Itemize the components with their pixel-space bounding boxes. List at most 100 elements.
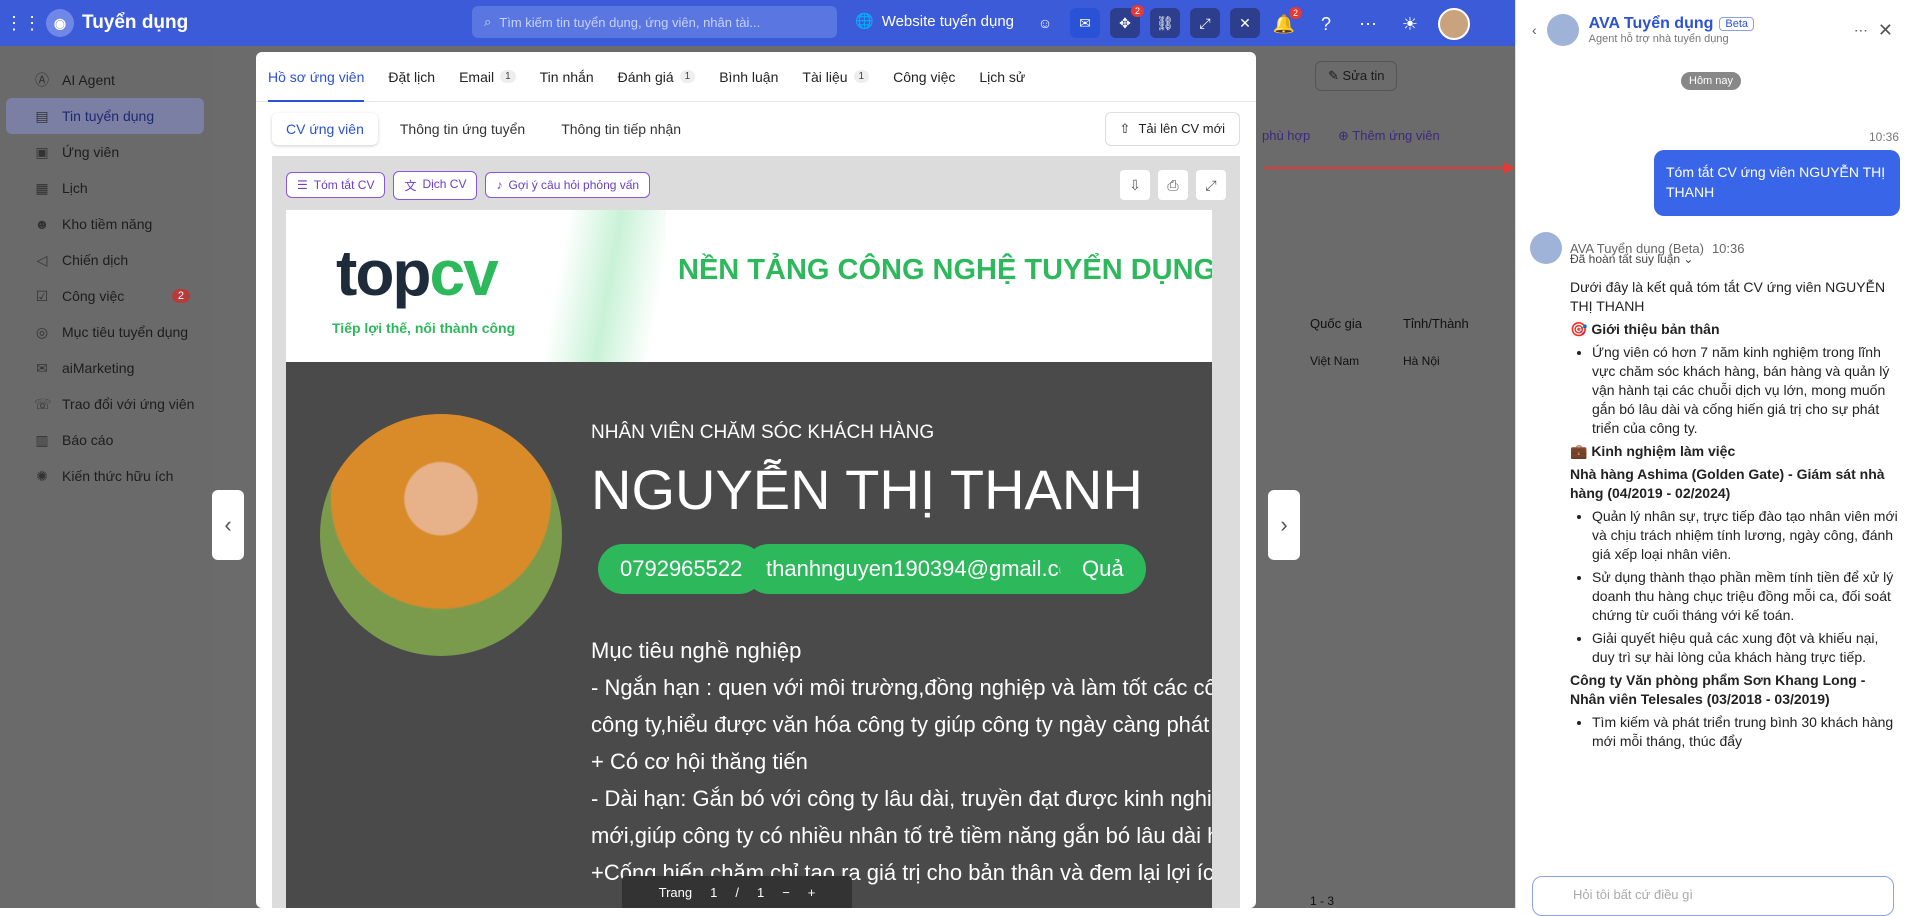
profile-tabs: Hồ sơ ứng viên Đặt lịch Email 1 Tin nhắn … [256, 52, 1256, 102]
cv-line: Mục tiêu nghề nghiệp [591, 638, 802, 663]
tab-label: Tài liệu [802, 68, 848, 85]
calendar-icon: ▦ [35, 179, 49, 196]
expand-icon[interactable]: ⤢ [1190, 8, 1220, 38]
messenger-icon[interactable]: ✉ [1070, 8, 1100, 38]
translate-cv-button[interactable]: 文 Dịch CV [393, 170, 478, 200]
sidebar-item-label: Chiến dịch [62, 252, 129, 268]
next-candidate-button[interactable]: › [1268, 490, 1300, 560]
zoom-out-icon[interactable]: − [782, 885, 790, 900]
list-item: Ứng viên có hơn 7 năm kinh nghiệm trong … [1592, 343, 1902, 438]
document-icon: ▤ [35, 107, 49, 124]
date-divider: Hôm nay [1681, 72, 1742, 90]
job-heading: Nhà hàng Ashima (Golden Gate) - Giám sát… [1570, 466, 1885, 501]
website-link[interactable]: 🌐 Website tuyển dụng [855, 12, 1014, 31]
edit-job-label: Sửa tin [1342, 68, 1385, 83]
sidebar-item-tasks[interactable]: ☑ Công việc 2 [6, 278, 204, 314]
sidebar-item-aimarketing[interactable]: ✉ aiMarketing [6, 350, 204, 386]
sidebar-item-jobs[interactable]: ▤ Tin tuyển dụng [6, 98, 204, 134]
upload-cv-button[interactable]: ⇧ Tải lên CV mới [1104, 112, 1240, 146]
sidebar-item-reports[interactable]: ▥ Báo cáo [6, 422, 204, 458]
sidebar-item-knowledge[interactable]: ✺ Kiến thức hữu ích [6, 458, 204, 494]
close-icon[interactable]: ✕ [1230, 8, 1260, 38]
sidebar-item-chat[interactable]: ☏ Trao đổi với ứng viên [6, 386, 204, 422]
prev-candidate-button[interactable]: ‹ [212, 490, 244, 560]
report-icon: ▥ [35, 431, 49, 448]
sidebar-item-ai-agent[interactable]: Ⓐ AI Agent [6, 62, 204, 98]
suggest-questions-button[interactable]: ♪ Gợi ý câu hỏi phỏng vấn [485, 172, 651, 198]
move-icon[interactable]: ✥ 2 [1110, 5, 1144, 38]
upload-cv-label: Tải lên CV mới [1138, 121, 1225, 136]
tab-count: 1 [500, 70, 516, 83]
cv-line: - Ngắn hạn : quen với môi trường,đồng ng… [591, 675, 1212, 700]
search-placeholder: Tìm kiếm tin tuyển dụng, ứng viên, nhân … [499, 14, 761, 30]
pager-current[interactable]: 1 [710, 885, 717, 900]
sidebar-item-candidates[interactable]: ▣ Ứng viên [6, 134, 204, 170]
candidate-modal: Hồ sơ ứng viên Đặt lịch Email 1 Tin nhắn … [256, 52, 1256, 908]
section-experience-heading: 💼 Kinh nghiệm làm việc [1570, 443, 1736, 459]
summarize-cv-button[interactable]: ☰ Tóm tắt CV [286, 172, 386, 198]
cv-line: - Dài hạn: Gắn bó với công ty lâu dài, t… [591, 786, 1212, 811]
tool-label: Dịch CV [422, 176, 467, 191]
ava-avatar [1546, 14, 1579, 46]
cv-pager: Trang 1 / 1 − + [622, 876, 852, 908]
summary-intro: Dưới đây là kết quả tóm tắt CV ứng viên … [1570, 279, 1886, 314]
header-right-icons: 🔔 2 ? ⋯ ☀ [1270, 7, 1470, 40]
download-icon[interactable]: ⇩ [1120, 170, 1150, 200]
apps-grid-icon[interactable]: ⋮⋮ [0, 13, 46, 34]
chat-input[interactable]: Hỏi tôi bất cứ điều gì [1532, 876, 1894, 916]
subtab-application-info[interactable]: Thông tin ứng tuyển [386, 113, 539, 145]
tab-history[interactable]: Lịch sử [979, 52, 1025, 102]
edit-job-button[interactable]: ✎ Sửa tin [1315, 61, 1398, 91]
tab-schedule[interactable]: Đặt lịch [388, 52, 435, 102]
tab-email[interactable]: Email 1 [459, 52, 516, 102]
sidebar-item-label: aiMarketing [62, 360, 135, 376]
gift-icon[interactable]: ☀ [1396, 10, 1424, 38]
cv-header-decoration [516, 210, 666, 362]
add-candidate-button[interactable]: ⊕ Thêm ứng viên [1338, 128, 1440, 144]
pagination-range: 1 - 3 [1310, 894, 1335, 908]
tab-comments[interactable]: Bình luận [719, 52, 778, 102]
more-apps-icon[interactable]: ⋯ [1354, 10, 1382, 38]
chat-header: ‹ AVA Tuyển dụng Beta Agent hỗ trợ nhà tu… [1516, 0, 1909, 60]
print-icon[interactable]: ⎙ [1158, 170, 1188, 200]
microphone-icon: ♪ [496, 178, 503, 192]
sidebar-item-label: Trao đổi với ứng viên [62, 396, 195, 412]
close-panel-icon[interactable]: ✕ [1878, 20, 1893, 41]
tab-documents[interactable]: Tài liệu 1 [802, 52, 870, 102]
sidebar-item-talent-pool[interactable]: ☻ Kho tiềm năng [6, 206, 204, 242]
pager-separator: / [735, 884, 739, 900]
user-avatar[interactable] [1438, 8, 1470, 40]
cv-subtabs: CV ứng viên Thông tin ứng tuyển Thông ti… [256, 102, 1256, 156]
global-search-input[interactable]: ⌕ Tìm kiếm tin tuyển dụng, ứng viên, nhân… [472, 6, 837, 38]
user-message: Tóm tắt CV ứng viên NGUYỄN THỊ THANH [1654, 150, 1900, 216]
subtab-cv[interactable]: CV ứng viên [272, 113, 378, 145]
cv-headline: NỀN TẢNG CÔNG NGHỆ TUYỂN DỤNG [678, 254, 1212, 286]
sidebar-item-goals[interactable]: ◎ Mục tiêu tuyển dụng [6, 314, 204, 350]
help-icon[interactable]: ? [1312, 10, 1340, 38]
more-icon[interactable]: ⋯ [1854, 22, 1868, 39]
tab-profile[interactable]: Hồ sơ ứng viên [268, 52, 365, 102]
match-filter-label[interactable]: phù hợp [1262, 128, 1310, 143]
list-item: Quản lý nhân sự, trực tiếp đào tạo nhân … [1592, 507, 1902, 564]
sidebar-item-campaigns[interactable]: ◁ Chiến dịch [6, 242, 204, 278]
add-candidate-label: Thêm ứng viên [1352, 128, 1440, 143]
link-icon[interactable]: ⛓ [1150, 8, 1180, 38]
candidate-photo [320, 414, 562, 656]
tab-messages[interactable]: Tin nhắn [540, 52, 594, 102]
assistant-avatar-icon[interactable]: ☺ [1030, 8, 1060, 38]
app-brand[interactable]: ◉ Tuyển dụng [46, 9, 466, 37]
column-header-city: Tỉnh/Thành [1403, 316, 1469, 331]
tab-review[interactable]: Đánh giá 1 [618, 52, 696, 102]
back-icon[interactable]: ‹ [1532, 22, 1537, 38]
zoom-in-icon[interactable]: + [808, 885, 816, 900]
reasoning-status: Đã hoàn tất suy luận [1570, 252, 1681, 266]
bell-icon[interactable]: 🔔 2 [1270, 7, 1302, 38]
fullscreen-icon[interactable]: ⤢ [1196, 170, 1226, 200]
tab-tasks[interactable]: Công việc [893, 52, 955, 102]
cell-country: Việt Nam [1310, 354, 1360, 368]
tab-label: Đặt lịch [388, 68, 436, 85]
target-icon: ◎ [35, 323, 49, 340]
chat-subtitle: Agent hỗ trợ nhà tuyển dụng [1588, 33, 1729, 45]
subtab-intake-info[interactable]: Thông tin tiếp nhận [547, 113, 695, 145]
sidebar-item-calendar[interactable]: ▦ Lịch [6, 170, 204, 206]
